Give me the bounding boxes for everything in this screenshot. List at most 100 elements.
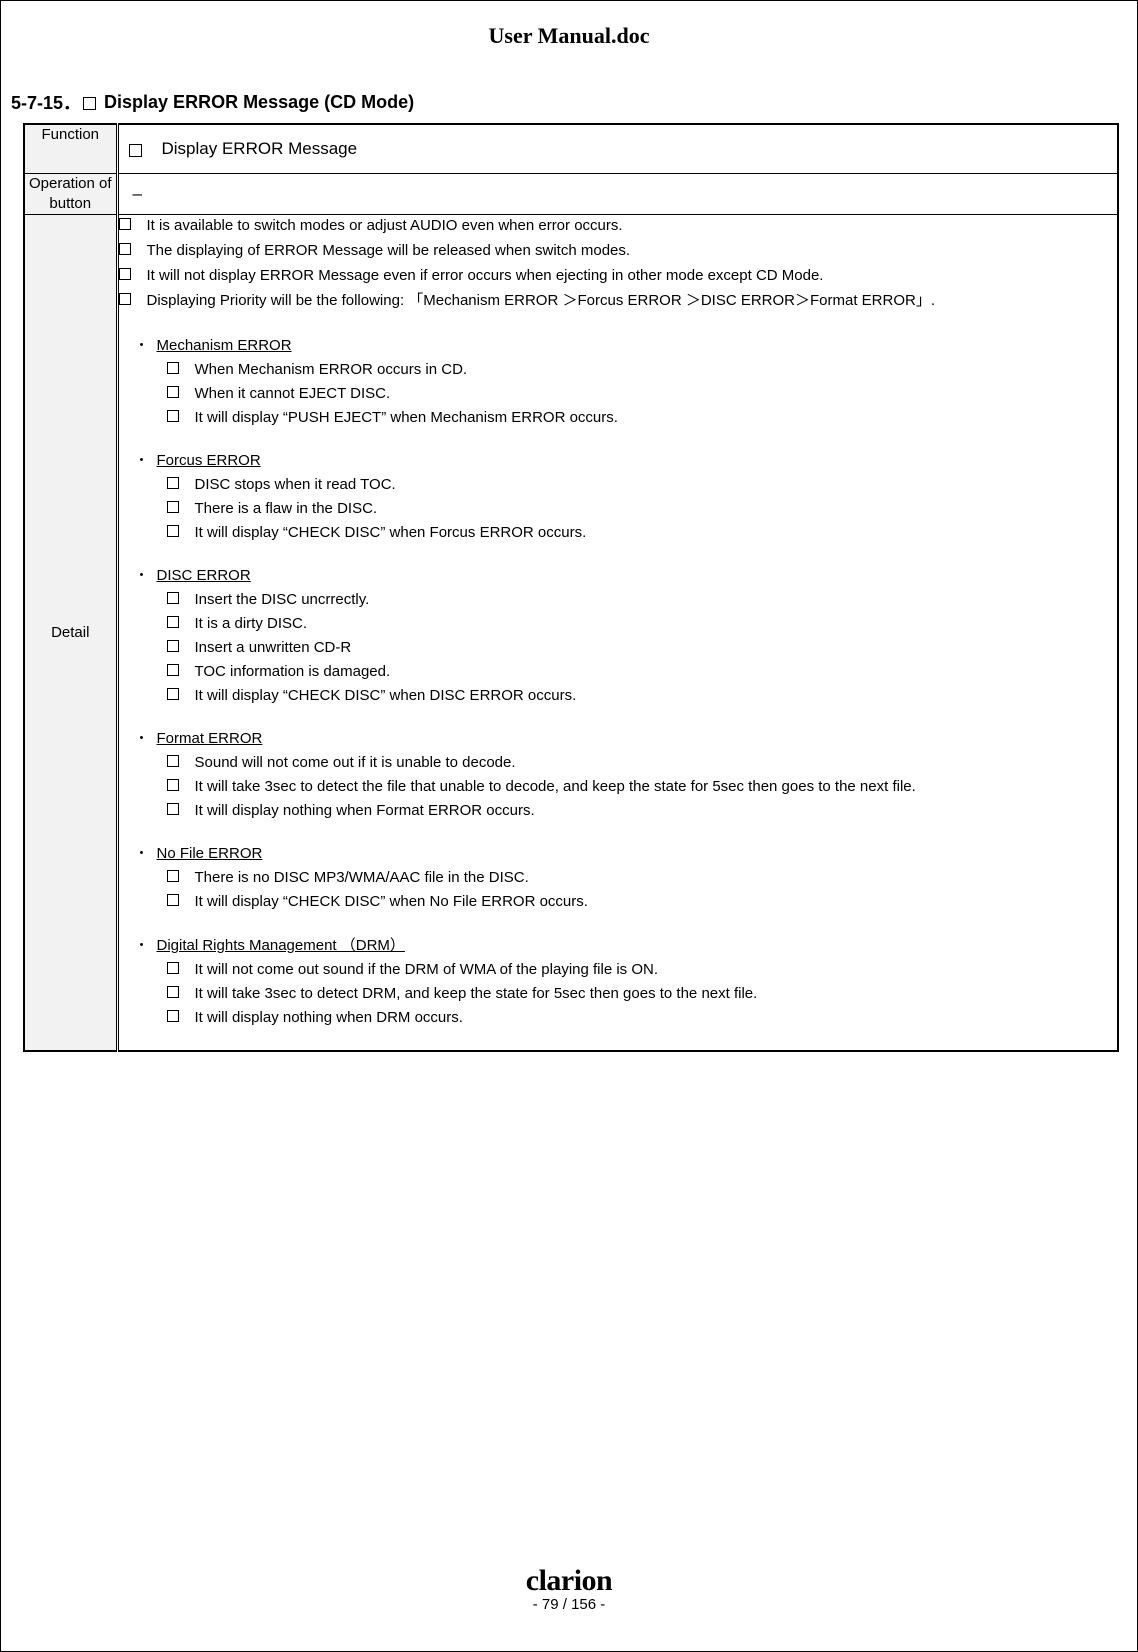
error-title: No File ERROR <box>157 845 263 862</box>
list-item: It will display nothing when DRM occurs. <box>167 1007 1118 1028</box>
list-item: It will display “PUSH EJECT” when Mechan… <box>167 407 1118 428</box>
operation-value: – <box>117 174 1118 215</box>
checkbox-icon <box>83 97 96 110</box>
brand-logo: clarion <box>1 1564 1137 1598</box>
list-item: It will take 3sec to detect the file tha… <box>167 776 1118 797</box>
list-item: It will display “CHECK DISC” when DISC E… <box>167 685 1118 706</box>
item-text: Insert the DISC uncrrectly. <box>195 589 370 610</box>
bullet-icon: ・ <box>135 843 143 863</box>
function-label: Function <box>24 124 117 174</box>
list-item: It will not come out sound if the DRM of… <box>167 959 1118 980</box>
item-text: It is a dirty DISC. <box>195 613 308 634</box>
item-text: It will display “CHECK DISC” when No Fil… <box>195 891 588 912</box>
error-section-disc: ・ DISC ERROR Insert the DISC uncrrectly.… <box>119 565 1118 706</box>
checkbox-icon <box>119 293 131 305</box>
list-item: There is a flaw in the DISC. <box>167 498 1118 519</box>
checkbox-icon <box>167 362 179 374</box>
checkbox-icon <box>167 1010 179 1022</box>
checkbox-icon <box>167 477 179 489</box>
error-section-format: ・ Format ERROR Sound will not come out i… <box>119 728 1118 821</box>
spec-table: Function Display ERROR Message Operation… <box>23 123 1119 1052</box>
item-text: It will take 3sec to detect the file tha… <box>195 776 916 797</box>
section-number: 5-7-15． <box>11 89 81 115</box>
detail-label: Detail <box>24 215 117 1052</box>
function-value: Display ERROR Message <box>162 139 358 159</box>
list-item: Sound will not come out if it is unable … <box>167 752 1118 773</box>
bullet-icon: ・ <box>135 565 143 585</box>
error-title: Format ERROR <box>157 730 263 747</box>
item-text: It will take 3sec to detect DRM, and kee… <box>195 983 758 1004</box>
item-text: There is a flaw in the DISC. <box>195 498 378 519</box>
list-item: It is available to switch modes or adjus… <box>119 215 1118 236</box>
bullet-icon: ・ <box>135 728 143 748</box>
error-title: Mechanism ERROR <box>157 337 292 354</box>
item-text: It will display nothing when DRM occurs. <box>195 1007 463 1028</box>
item-text: It is available to switch modes or adjus… <box>147 215 623 236</box>
error-title: Forcus ERROR <box>157 452 261 469</box>
bullet-icon: ・ <box>135 450 143 470</box>
checkbox-icon <box>167 962 179 974</box>
item-text: It will display “PUSH EJECT” when Mechan… <box>195 407 618 428</box>
error-section-mechanism: ・ Mechanism ERROR When Mechanism ERROR o… <box>119 335 1118 428</box>
list-item: It will not display ERROR Message even i… <box>119 265 1118 286</box>
item-text: It will display “CHECK DISC” when DISC E… <box>195 685 577 706</box>
list-item: It will display nothing when Format ERRO… <box>167 800 1118 821</box>
checkbox-icon <box>119 268 131 280</box>
detail-content: It is available to switch modes or adjus… <box>117 215 1118 1052</box>
list-item: DISC stops when it read TOC. <box>167 474 1118 495</box>
detail-top-items: It is available to switch modes or adjus… <box>119 215 1118 311</box>
error-section-drm: ・ Digital Rights Management （DRM） It wil… <box>119 934 1118 1028</box>
error-section-forcus: ・ Forcus ERROR DISC stops when it read T… <box>119 450 1118 543</box>
list-item: The displaying of ERROR Message will be … <box>119 240 1118 261</box>
checkbox-icon <box>167 755 179 767</box>
item-text: Insert a unwritten CD-R <box>195 637 352 658</box>
list-item: It will take 3sec to detect DRM, and kee… <box>167 983 1118 1004</box>
item-text: When it cannot EJECT DISC. <box>195 383 391 404</box>
checkbox-icon <box>167 803 179 815</box>
bullet-icon: ・ <box>135 335 143 355</box>
checkbox-icon <box>167 688 179 700</box>
checkbox-icon <box>167 386 179 398</box>
checkbox-icon <box>167 501 179 513</box>
checkbox-icon <box>167 870 179 882</box>
item-text: Sound will not come out if it is unable … <box>195 752 516 773</box>
item-text: TOC information is damaged. <box>195 661 391 682</box>
item-text: When Mechanism ERROR occurs in CD. <box>195 359 468 380</box>
checkbox-icon <box>167 986 179 998</box>
checkbox-icon <box>167 640 179 652</box>
function-value-cell: Display ERROR Message <box>117 124 1118 174</box>
section-title: Display ERROR Message (CD Mode) <box>104 92 414 113</box>
list-item: Displaying Priority will be the followin… <box>119 290 1118 311</box>
list-item: When it cannot EJECT DISC. <box>167 383 1118 404</box>
checkbox-icon <box>167 779 179 791</box>
checkbox-icon <box>167 616 179 628</box>
item-text: It will display “CHECK DISC” when Forcus… <box>195 522 587 543</box>
checkbox-icon <box>167 525 179 537</box>
item-text: It will display nothing when Format ERRO… <box>195 800 535 821</box>
item-text: There is no DISC MP3/WMA/AAC file in the… <box>195 867 529 888</box>
list-item: There is no DISC MP3/WMA/AAC file in the… <box>167 867 1118 888</box>
page-number: - 79 / 156 - <box>1 1596 1137 1613</box>
item-text: It will not display ERROR Message even i… <box>147 265 824 286</box>
list-item: It will display “CHECK DISC” when Forcus… <box>167 522 1118 543</box>
item-text: The displaying of ERROR Message will be … <box>147 240 631 261</box>
list-item: TOC information is damaged. <box>167 661 1118 682</box>
list-item: Insert the DISC uncrrectly. <box>167 589 1118 610</box>
checkbox-icon <box>129 144 142 157</box>
checkbox-icon <box>167 664 179 676</box>
checkbox-icon <box>167 410 179 422</box>
error-title: Digital Rights Management （DRM） <box>157 934 405 955</box>
checkbox-icon <box>167 894 179 906</box>
error-title: DISC ERROR <box>157 567 251 584</box>
checkbox-icon <box>167 592 179 604</box>
detail-row: Detail It is available to switch modes o… <box>24 215 1118 1052</box>
document-title: User Manual.doc <box>1 1 1137 59</box>
function-row: Function Display ERROR Message <box>24 124 1118 174</box>
list-item: When Mechanism ERROR occurs in CD. <box>167 359 1118 380</box>
list-item: It will display “CHECK DISC” when No Fil… <box>167 891 1118 912</box>
item-text: Displaying Priority will be the followin… <box>147 290 936 311</box>
item-text: It will not come out sound if the DRM of… <box>195 959 659 980</box>
item-text: DISC stops when it read TOC. <box>195 474 396 495</box>
section-heading: 5-7-15． Display ERROR Message (CD Mode) <box>1 59 1137 123</box>
list-item: Insert a unwritten CD-R <box>167 637 1118 658</box>
